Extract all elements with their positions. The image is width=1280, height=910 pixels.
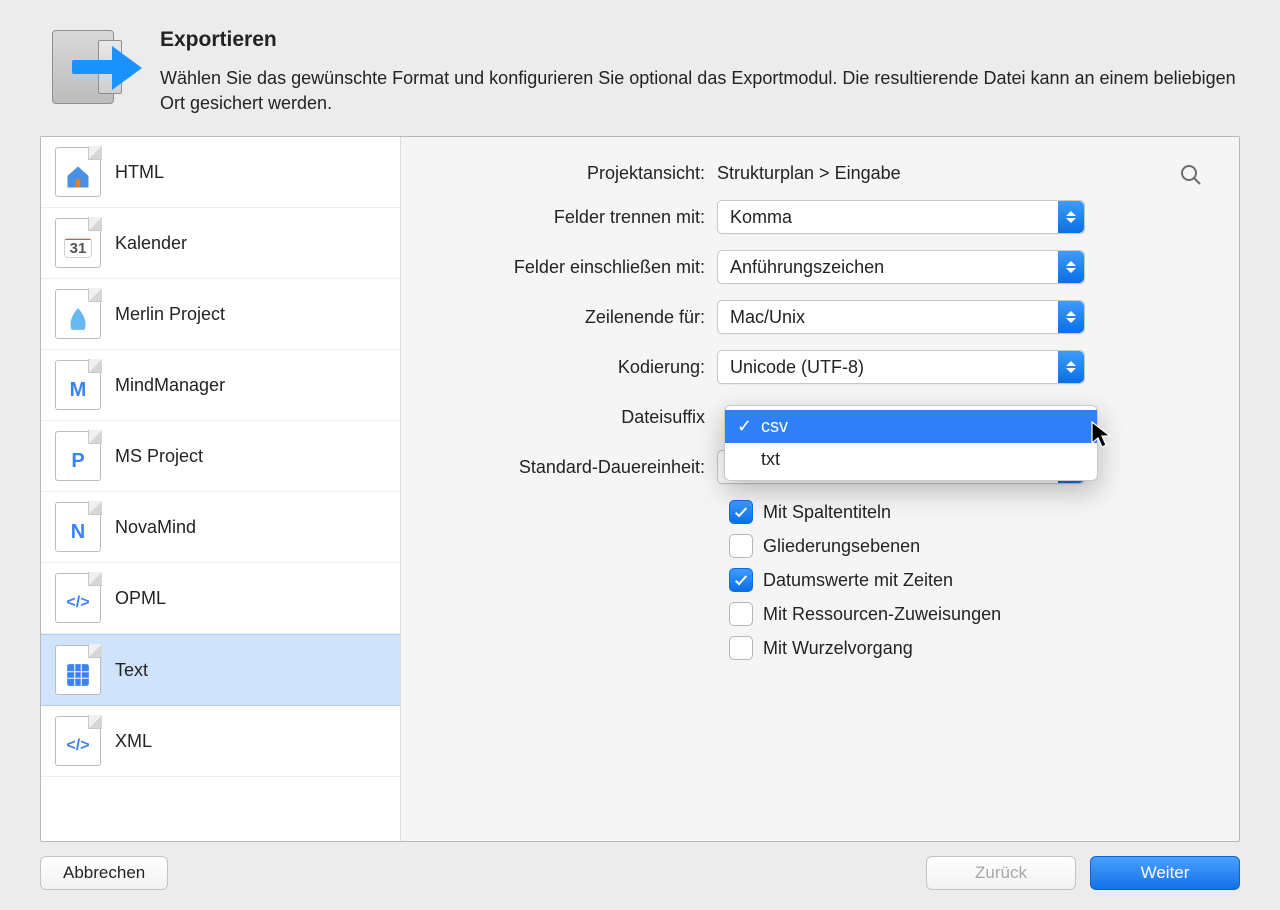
checkbox-row: Mit Spaltentiteln — [729, 500, 1205, 524]
suffix-option-csv[interactable]: ✓ csv — [725, 410, 1097, 443]
sidebar-item-mindmanager[interactable]: M MindManager — [41, 350, 400, 421]
export-icon — [52, 28, 136, 108]
N-icon: N — [55, 502, 101, 552]
popup-arrows-icon — [1058, 251, 1084, 283]
duration-label: Standard-Dauereinheit: — [427, 457, 717, 478]
checkbox[interactable] — [729, 568, 753, 592]
sidebar-item-text[interactable]: Text — [41, 634, 400, 706]
checkbox-label: Mit Wurzelvorgang — [763, 638, 913, 659]
checkbox-label: Datumswerte mit Zeiten — [763, 570, 953, 591]
enclose-value: Anführungszeichen — [730, 257, 884, 278]
separator-label: Felder trennen mit: — [427, 207, 717, 228]
sidebar-item-xml[interactable]: </> XML — [41, 706, 400, 777]
checkbox-row: Mit Wurzelvorgang — [729, 636, 1205, 660]
enclose-label: Felder einschließen mit: — [427, 257, 717, 278]
dialog-footer: Abbrechen Zurück Weiter — [0, 842, 1280, 890]
M-icon: M — [55, 360, 101, 410]
sidebar-item-kalender[interactable]: 31 Kalender — [41, 208, 400, 279]
checkbox-label: Gliederungsebenen — [763, 536, 920, 557]
dialog-title: Exportieren — [160, 28, 1240, 52]
separator-popup[interactable]: Komma — [717, 200, 1085, 234]
sidebar-item-label: OPML — [115, 588, 166, 609]
popup-arrows-icon — [1058, 351, 1084, 383]
project-view-label: Projektansicht: — [427, 163, 717, 184]
encoding-label: Kodierung: — [427, 357, 717, 378]
dialog-description: Wählen Sie das gewünschte Format und kon… — [160, 66, 1240, 116]
lineend-label: Zeilenende für: — [427, 307, 717, 328]
suffix-label: Dateisuffix — [427, 407, 717, 428]
code-icon: </> — [55, 716, 101, 766]
separator-value: Komma — [730, 207, 792, 228]
suffix-option-txt[interactable]: txt — [725, 443, 1097, 476]
popup-arrows-icon — [1058, 301, 1084, 333]
sidebar-item-label: Text — [115, 660, 148, 681]
merlin-icon — [55, 289, 101, 339]
check-icon: ✓ — [737, 416, 753, 437]
sidebar-item-ms-project[interactable]: P MS Project — [41, 421, 400, 492]
lineend-popup[interactable]: Mac/Unix — [717, 300, 1085, 334]
sidebar-item-merlin-project[interactable]: Merlin Project — [41, 279, 400, 350]
checkbox-label: Mit Ressourcen-Zuweisungen — [763, 604, 1001, 625]
encoding-value: Unicode (UTF-8) — [730, 357, 864, 378]
encoding-popup[interactable]: Unicode (UTF-8) — [717, 350, 1085, 384]
dialog-header: Exportieren Wählen Sie das gewünschte Fo… — [0, 0, 1280, 136]
suffix-dropdown[interactable]: ✓ csv txt — [724, 405, 1098, 481]
checkbox[interactable] — [729, 534, 753, 558]
sidebar-item-label: MindManager — [115, 375, 225, 396]
back-button[interactable]: Zurück — [926, 856, 1076, 890]
grid-icon — [55, 645, 101, 695]
lineend-value: Mac/Unix — [730, 307, 805, 328]
export-dialog: Exportieren Wählen Sie das gewünschte Fo… — [0, 0, 1280, 910]
checkbox-row: Gliederungsebenen — [729, 534, 1205, 558]
popup-arrows-icon — [1058, 201, 1084, 233]
sidebar-item-novamind[interactable]: N NovaMind — [41, 492, 400, 563]
checkbox[interactable] — [729, 602, 753, 626]
P-icon: P — [55, 431, 101, 481]
sidebar-item-label: NovaMind — [115, 517, 196, 538]
suffix-option-label: csv — [761, 416, 788, 437]
body-panel: HTML 31 Kalender Merlin Project M MindManager… — [40, 136, 1240, 842]
config-panel: Projektansicht: Strukturplan > Eingabe F… — [401, 137, 1239, 841]
suffix-option-label: txt — [761, 449, 780, 470]
code-icon: </> — [55, 573, 101, 623]
sidebar-item-opml[interactable]: </> OPML — [41, 563, 400, 634]
home-icon — [55, 147, 101, 197]
sidebar-item-label: HTML — [115, 162, 164, 183]
checkbox[interactable] — [729, 500, 753, 524]
sidebar-item-label: MS Project — [115, 446, 203, 467]
sidebar-item-label: Kalender — [115, 233, 187, 254]
next-button[interactable]: Weiter — [1090, 856, 1240, 890]
checkbox-row: Mit Ressourcen-Zuweisungen — [729, 602, 1205, 626]
search-icon[interactable] — [1179, 163, 1203, 187]
format-sidebar: HTML 31 Kalender Merlin Project M MindManager… — [41, 137, 401, 841]
cancel-button[interactable]: Abbrechen — [40, 856, 168, 890]
checkbox-label: Mit Spaltentiteln — [763, 502, 891, 523]
sidebar-item-label: Merlin Project — [115, 304, 225, 325]
checkbox-row: Datumswerte mit Zeiten — [729, 568, 1205, 592]
calendar-icon: 31 — [55, 218, 101, 268]
checkbox[interactable] — [729, 636, 753, 660]
sidebar-item-label: XML — [115, 731, 152, 752]
enclose-popup[interactable]: Anführungszeichen — [717, 250, 1085, 284]
project-view-value: Strukturplan > Eingabe — [717, 163, 1205, 184]
sidebar-item-html[interactable]: HTML — [41, 137, 400, 208]
